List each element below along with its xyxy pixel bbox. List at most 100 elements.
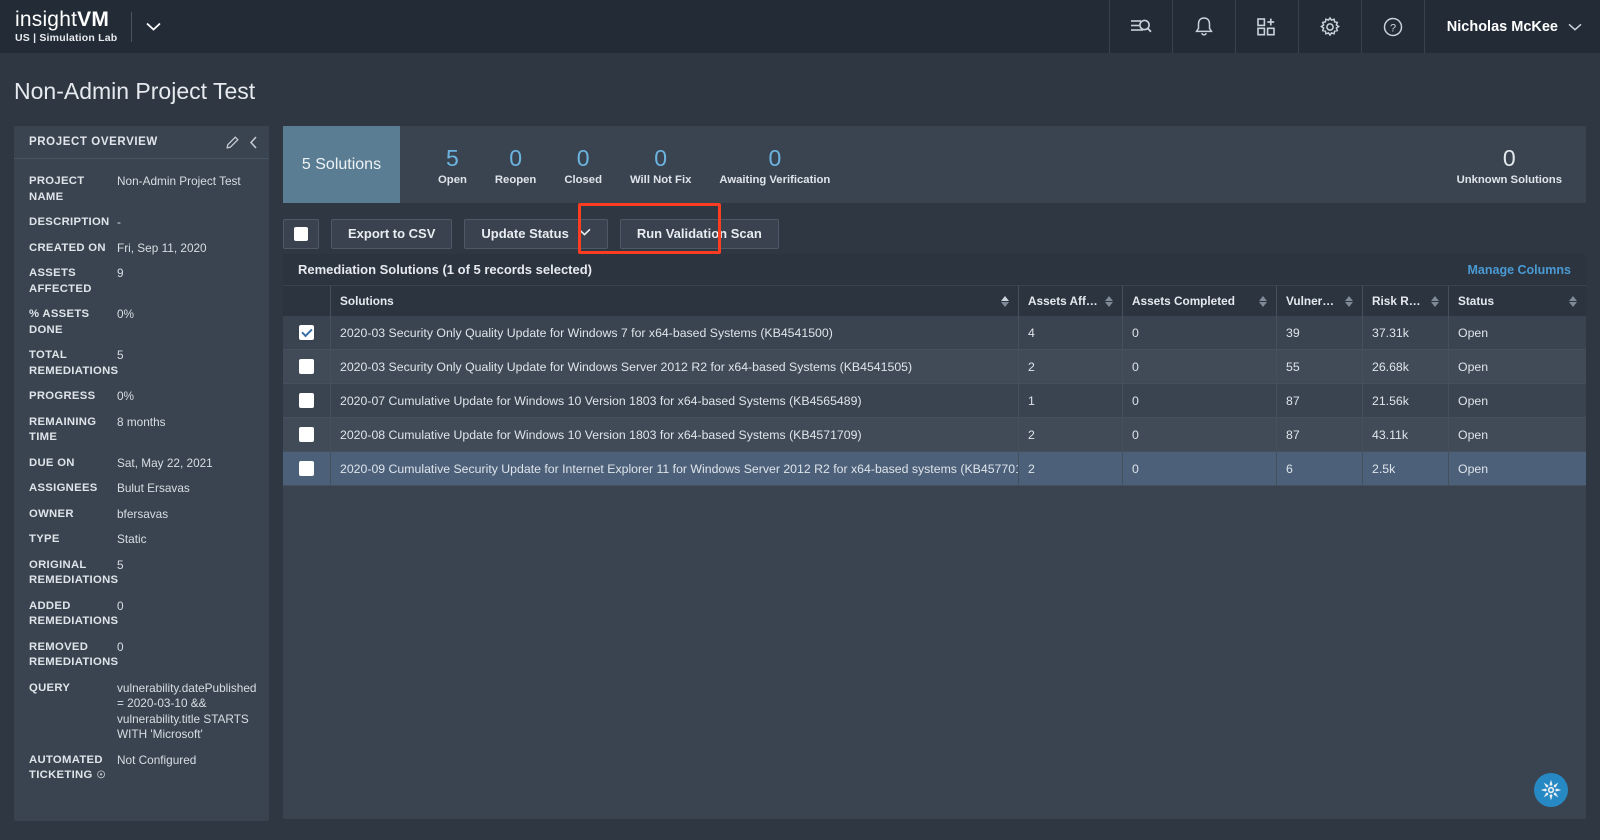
cell-status: Open [1449, 350, 1586, 383]
solutions-count-tile[interactable]: 5 Solutions [283, 126, 400, 203]
sort-icon[interactable] [1431, 296, 1439, 307]
export-to-csv-button[interactable]: Export to CSV [331, 219, 452, 249]
user-menu[interactable]: Nicholas McKee [1424, 0, 1600, 53]
stat-value: 0 [509, 144, 522, 172]
column-label: Assets Affec... [1028, 294, 1099, 308]
chevron-down-icon[interactable] [146, 19, 161, 34]
stat-will-not-fix[interactable]: 0 Will Not Fix [616, 144, 705, 186]
stat-label: Open [438, 174, 467, 186]
column-header-select [283, 286, 331, 316]
table-row[interactable]: 2020-03 Security Only Quality Update for… [283, 350, 1586, 384]
sort-icon[interactable] [1345, 296, 1353, 307]
update-status-button[interactable]: Update Status [464, 219, 607, 249]
stat-open[interactable]: 5 Open [424, 144, 481, 186]
row-checkbox[interactable] [299, 359, 314, 374]
cell-assets-completed: 0 [1123, 384, 1277, 417]
solutions-summary-bar: 5 Solutions 5 Open 0 Reopen 0 Closed 0 W… [283, 126, 1586, 203]
settings-gear-icon[interactable] [1298, 0, 1361, 53]
overview-label: AUTOMATED TICKETING☉ [29, 753, 117, 784]
column-header-assets-affected[interactable]: Assets Affec... [1019, 286, 1123, 316]
brand-subtitle: US | Simulation Lab [15, 33, 117, 44]
notifications-bell-icon[interactable] [1172, 0, 1235, 53]
stat-closed[interactable]: 0 Closed [550, 144, 616, 186]
row-select-cell[interactable] [283, 452, 331, 485]
cell-vulnerabilities: 87 [1277, 384, 1363, 417]
brand-logo[interactable]: insightVM US | Simulation Lab [0, 0, 161, 53]
help-question-icon[interactable]: ? [1361, 0, 1424, 53]
column-header-solutions[interactable]: Solutions [331, 286, 1019, 316]
overview-row: QUERYvulnerability.datePublished = 2020-… [14, 676, 269, 748]
cell-risk-reduction: 43.11k [1363, 418, 1449, 451]
overview-label: ASSETS AFFECTED [29, 266, 117, 297]
add-product-grid-icon[interactable] [1235, 0, 1298, 53]
nav-icon-group: ? [1109, 0, 1424, 53]
table-row[interactable]: 2020-08 Cumulative Update for Windows 10… [283, 418, 1586, 452]
row-checkbox[interactable] [299, 325, 314, 340]
cell-solution: 2020-03 Security Only Quality Update for… [331, 350, 1019, 383]
overview-label: ADDED REMEDIATIONS [29, 599, 117, 630]
stat-value: 0 [577, 144, 590, 172]
table-row[interactable]: 2020-07 Cumulative Update for Windows 10… [283, 384, 1586, 418]
cell-solution: 2020-09 Cumulative Security Update for I… [331, 452, 1019, 485]
chevron-left-icon[interactable] [249, 136, 258, 149]
sort-icon[interactable] [1569, 296, 1577, 307]
stat-awaiting-verification[interactable]: 0 Awaiting Verification [705, 144, 844, 186]
search-list-icon[interactable] [1109, 0, 1172, 53]
cell-risk-reduction: 26.68k [1363, 350, 1449, 383]
overview-value: 0% [117, 389, 257, 405]
cell-assets-affected: 4 [1019, 316, 1123, 349]
manage-columns-link[interactable]: Manage Columns [1468, 263, 1572, 277]
sort-ascending-icon[interactable] [1001, 296, 1009, 307]
chevron-down-icon [578, 228, 591, 239]
chevron-down-icon [1568, 20, 1582, 34]
row-checkbox[interactable] [299, 393, 314, 408]
sidebar-title: PROJECT OVERVIEW [29, 136, 216, 148]
checkbox-indeterminate-mark [294, 227, 308, 241]
cell-status: Open [1449, 384, 1586, 417]
stat-label: Closed [564, 174, 602, 186]
overview-value: Fri, Sep 11, 2020 [117, 241, 257, 257]
main-content: 5 Solutions 5 Open 0 Reopen 0 Closed 0 W… [283, 126, 1586, 821]
overview-row: CREATED ONFri, Sep 11, 2020 [14, 236, 269, 262]
pencil-icon[interactable] [226, 136, 239, 149]
ticketing-info-icon[interactable]: ☉ [97, 768, 106, 784]
row-checkbox[interactable] [299, 461, 314, 476]
overview-value: Static [117, 532, 257, 548]
cell-assets-affected: 2 [1019, 452, 1123, 485]
sort-icon[interactable] [1259, 296, 1267, 307]
row-select-cell[interactable] [283, 418, 331, 451]
cell-status: Open [1449, 452, 1586, 485]
column-header-vulnerabilities[interactable]: Vulnerab... [1277, 286, 1363, 316]
table-row[interactable]: 2020-03 Security Only Quality Update for… [283, 316, 1586, 350]
overview-row: REMOVED REMEDIATIONS0 [14, 635, 269, 676]
stat-reopen[interactable]: 0 Reopen [481, 144, 550, 186]
cell-assets-completed: 0 [1123, 350, 1277, 383]
select-all-checkbox[interactable] [283, 219, 319, 249]
table-row[interactable]: 2020-09 Cumulative Security Update for I… [283, 452, 1586, 486]
stat-label: Will Not Fix [630, 174, 691, 186]
overview-value: 0 [117, 640, 257, 656]
overview-value: Not Configured [117, 753, 257, 769]
sort-icon[interactable] [1105, 296, 1113, 307]
row-select-cell[interactable] [283, 350, 331, 383]
column-label: Risk Red... [1372, 294, 1425, 308]
cell-risk-reduction: 37.31k [1363, 316, 1449, 349]
run-validation-scan-label: Run Validation Scan [637, 226, 762, 241]
cell-assets-affected: 2 [1019, 418, 1123, 451]
overview-row: REMAINING TIME8 months [14, 410, 269, 451]
overview-row: OWNERbfersavas [14, 502, 269, 528]
row-select-cell[interactable] [283, 316, 331, 349]
row-select-cell[interactable] [283, 384, 331, 417]
compass-badge-icon[interactable] [1534, 773, 1568, 807]
overview-label: REMOVED REMEDIATIONS [29, 640, 117, 671]
row-checkbox[interactable] [299, 427, 314, 442]
column-header-assets-completed[interactable]: Assets Completed [1123, 286, 1277, 316]
overview-value: Sat, May 22, 2021 [117, 456, 257, 472]
cell-solution: 2020-03 Security Only Quality Update for… [331, 316, 1019, 349]
brand-name-bold: VM [77, 8, 109, 31]
column-header-risk-reduction[interactable]: Risk Red... [1363, 286, 1449, 316]
column-header-status[interactable]: Status [1449, 286, 1586, 316]
run-validation-scan-button[interactable]: Run Validation Scan [620, 219, 779, 249]
stat-unknown-solutions: 0 Unknown Solutions [1457, 144, 1562, 186]
overview-label: TOTAL REMEDIATIONS [29, 348, 117, 379]
